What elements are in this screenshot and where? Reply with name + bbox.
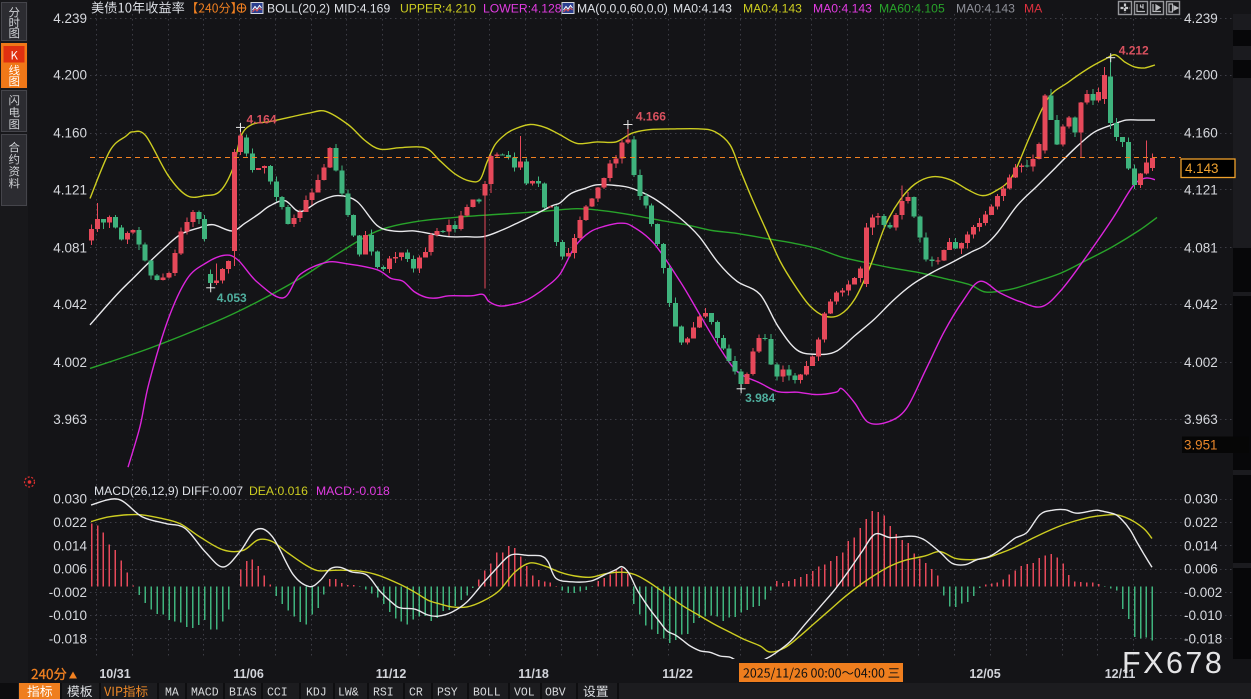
svg-text:MID:4.169: MID:4.169: [334, 2, 390, 16]
svg-text:MA0:4.143: MA0:4.143: [743, 2, 802, 16]
svg-text:MACD(26,12,9) DIFF:0.007: MACD(26,12,9) DIFF:0.007: [94, 484, 243, 498]
svg-text:4.081: 4.081: [53, 240, 87, 255]
svg-text:0.022: 0.022: [1184, 515, 1218, 530]
svg-text:MA(0,0,0,60,0,0): MA(0,0,0,60,0,0): [577, 2, 668, 16]
svg-text:4.212: 4.212: [1119, 44, 1149, 58]
svg-text:KDJ: KDJ: [306, 687, 327, 699]
svg-text:DEA:0.016: DEA:0.016: [249, 484, 308, 498]
svg-text:MA0:4.143: MA0:4.143: [956, 2, 1015, 16]
svg-text:0.006: 0.006: [1184, 562, 1218, 577]
svg-text:OBV: OBV: [545, 687, 566, 699]
svg-text:0.030: 0.030: [1184, 492, 1218, 507]
svg-text:3.963: 3.963: [1184, 412, 1218, 427]
svg-text:4.121: 4.121: [53, 182, 87, 197]
svg-text:4.053: 4.053: [217, 291, 247, 305]
svg-text:MACD: MACD: [191, 687, 219, 699]
svg-text:0.030: 0.030: [53, 492, 87, 507]
svg-text:MA60:4.105: MA60:4.105: [879, 2, 945, 16]
svg-text:0.006: 0.006: [53, 562, 87, 577]
svg-text:4.239: 4.239: [53, 11, 87, 26]
svg-text:CR: CR: [409, 687, 423, 699]
svg-text:3.951: 3.951: [1184, 437, 1218, 452]
svg-text:4.121: 4.121: [1184, 182, 1218, 197]
svg-text:0.022: 0.022: [53, 515, 87, 530]
svg-text:-0.010: -0.010: [49, 608, 87, 623]
svg-text:-0.002: -0.002: [49, 585, 87, 600]
svg-text:4.200: 4.200: [53, 68, 87, 83]
svg-text:4.002: 4.002: [1184, 355, 1218, 370]
svg-text:4.160: 4.160: [1184, 126, 1218, 141]
svg-text:3.984: 3.984: [745, 391, 775, 405]
svg-text:4.239: 4.239: [1184, 11, 1218, 26]
svg-text:4.042: 4.042: [53, 297, 87, 312]
svg-text:11/06: 11/06: [233, 667, 264, 681]
svg-text:0.014: 0.014: [1184, 538, 1218, 553]
svg-text:BOLL(20,2): BOLL(20,2): [267, 2, 330, 16]
svg-text:-0.010: -0.010: [1184, 608, 1222, 623]
svg-text:0.014: 0.014: [53, 538, 87, 553]
svg-text:MA: MA: [1024, 2, 1043, 16]
svg-text:4.160: 4.160: [53, 126, 87, 141]
svg-text:10/31: 10/31: [99, 667, 130, 681]
svg-text:MA0:4.143: MA0:4.143: [813, 2, 872, 16]
svg-text:CCI: CCI: [267, 687, 288, 699]
svg-text:11/22: 11/22: [662, 667, 693, 681]
svg-text:11/12: 11/12: [376, 667, 407, 681]
svg-text:BIAS: BIAS: [229, 687, 257, 699]
svg-text:4.042: 4.042: [1184, 297, 1218, 312]
svg-text:BOLL: BOLL: [473, 687, 501, 699]
svg-text:VOL: VOL: [514, 687, 535, 699]
svg-text:MACD:-0.018: MACD:-0.018: [316, 484, 390, 498]
svg-text:4.081: 4.081: [1184, 240, 1218, 255]
svg-text:4.200: 4.200: [1184, 68, 1218, 83]
svg-text:4.002: 4.002: [53, 355, 87, 370]
svg-text:11/18: 11/18: [518, 667, 549, 681]
svg-text:FX678: FX678: [1122, 646, 1224, 680]
svg-text:LW&: LW&: [338, 687, 359, 699]
svg-text:PSY: PSY: [437, 687, 458, 699]
svg-text:-0.018: -0.018: [1184, 631, 1222, 646]
svg-text:12/05: 12/05: [969, 667, 1000, 681]
svg-text:LOWER:4.128: LOWER:4.128: [483, 2, 562, 16]
svg-text:RSI: RSI: [373, 687, 394, 699]
svg-text:-0.018: -0.018: [49, 631, 87, 646]
svg-text:4.166: 4.166: [636, 110, 666, 124]
svg-text:UPPER:4.210: UPPER:4.210: [400, 2, 476, 16]
svg-text:4.164: 4.164: [247, 112, 277, 126]
svg-text:3.963: 3.963: [53, 412, 87, 427]
svg-text:4.143: 4.143: [1185, 161, 1219, 176]
svg-text:-0.002: -0.002: [1184, 585, 1222, 600]
svg-text:MA0:4.143: MA0:4.143: [673, 2, 732, 16]
svg-text:MA: MA: [165, 687, 179, 699]
